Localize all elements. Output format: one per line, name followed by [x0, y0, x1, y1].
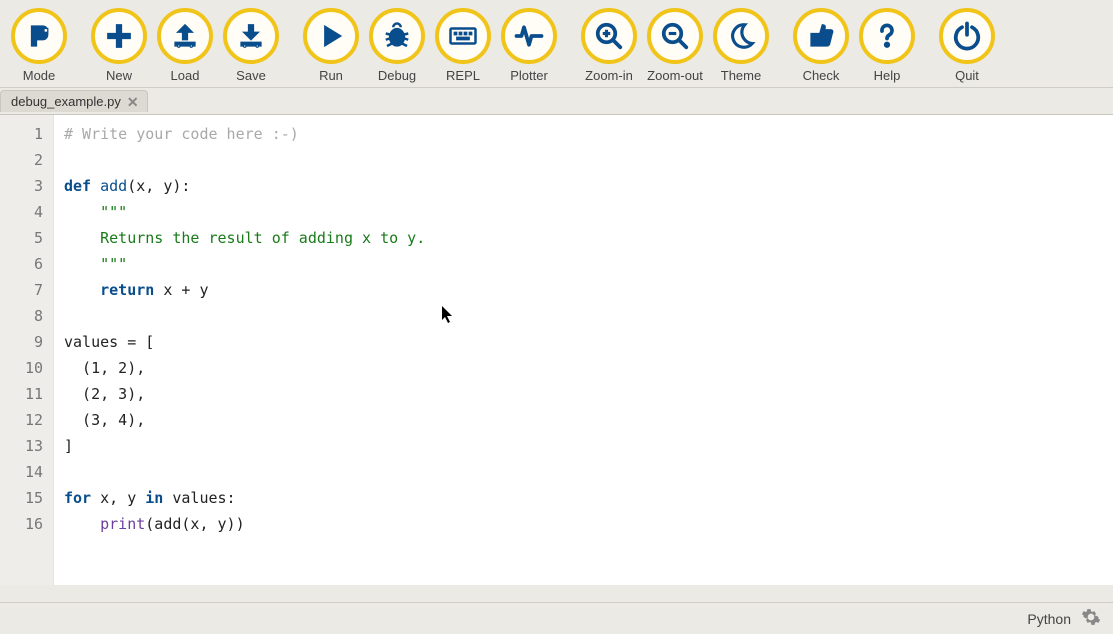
code-area[interactable]: # Write your code here :-) def add(x, y)… [54, 115, 1113, 585]
moon-icon [713, 8, 769, 64]
mode-icon [11, 8, 67, 64]
language-indicator[interactable]: Python [1027, 611, 1071, 627]
bug-icon [369, 8, 425, 64]
pulse-icon [501, 8, 557, 64]
zoom-in-button[interactable]: Zoom-in [578, 6, 640, 85]
debug-label: Debug [378, 68, 416, 83]
tab-filename: debug_example.py [11, 94, 121, 109]
upload-icon [157, 8, 213, 64]
zoom-out-button[interactable]: Zoom-out [644, 6, 706, 85]
status-bar: Python [0, 602, 1113, 634]
tab-bar: debug_example.py ✕ [0, 88, 1113, 114]
repl-button[interactable]: REPL [432, 6, 494, 85]
mode-button[interactable]: Mode [8, 6, 70, 85]
file-tab[interactable]: debug_example.py ✕ [0, 90, 148, 112]
run-button[interactable]: Run [300, 6, 362, 85]
help-label: Help [874, 68, 901, 83]
editor: 1 2 3 4 5 6 7 8 9 10 11 12 13 14 15 16 #… [0, 114, 1113, 585]
save-label: Save [236, 68, 266, 83]
zoom-in-icon [581, 8, 637, 64]
zoom-out-icon [647, 8, 703, 64]
keyboard-icon [435, 8, 491, 64]
save-button[interactable]: Save [220, 6, 282, 85]
help-button[interactable]: Help [856, 6, 918, 85]
new-button[interactable]: New [88, 6, 150, 85]
check-label: Check [803, 68, 840, 83]
play-icon [303, 8, 359, 64]
load-label: Load [171, 68, 200, 83]
toolbar: Mode New Load Save Run [0, 0, 1113, 88]
close-icon[interactable]: ✕ [127, 95, 139, 109]
download-icon [223, 8, 279, 64]
mouse-cursor-icon [442, 306, 454, 324]
theme-button[interactable]: Theme [710, 6, 772, 85]
new-label: New [106, 68, 132, 83]
thumbs-up-icon [793, 8, 849, 64]
zoom-out-label: Zoom-out [647, 68, 703, 83]
plotter-button[interactable]: Plotter [498, 6, 560, 85]
plus-icon [91, 8, 147, 64]
debug-button[interactable]: Debug [366, 6, 428, 85]
run-label: Run [319, 68, 343, 83]
zoom-in-label: Zoom-in [585, 68, 633, 83]
check-button[interactable]: Check [790, 6, 852, 85]
repl-label: REPL [446, 68, 480, 83]
load-button[interactable]: Load [154, 6, 216, 85]
mode-label: Mode [23, 68, 56, 83]
plotter-label: Plotter [510, 68, 548, 83]
theme-label: Theme [721, 68, 761, 83]
question-icon [859, 8, 915, 64]
gear-icon[interactable] [1081, 607, 1101, 630]
line-gutter: 1 2 3 4 5 6 7 8 9 10 11 12 13 14 15 16 [0, 115, 54, 585]
power-icon [939, 8, 995, 64]
quit-button[interactable]: Quit [936, 6, 998, 85]
quit-label: Quit [955, 68, 979, 83]
